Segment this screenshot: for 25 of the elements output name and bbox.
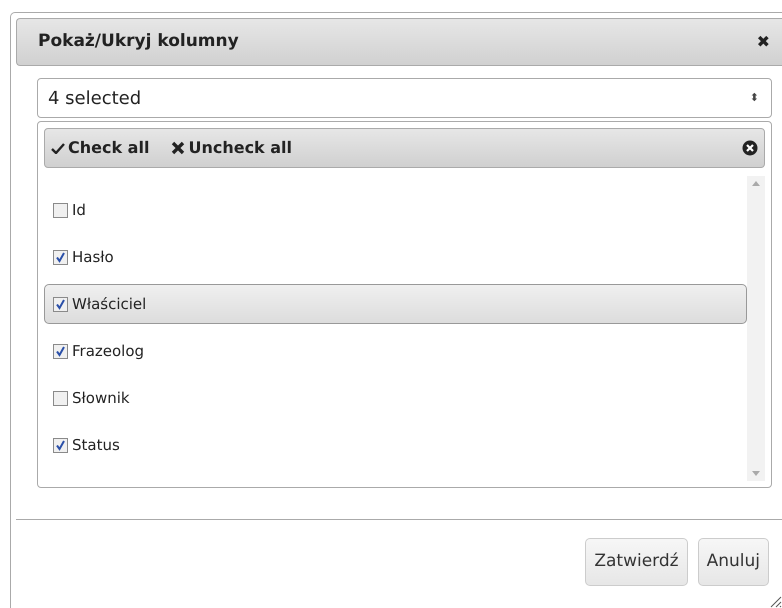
dialog-title: Pokaż/Ukryj kolumny: [38, 30, 239, 54]
column-select[interactable]: 4 selected ⬍: [37, 78, 772, 118]
select-value: 4 selected: [48, 86, 142, 110]
cancel-button[interactable]: Anuluj: [698, 538, 769, 586]
column-option[interactable]: Właściciel: [44, 284, 747, 324]
column-option[interactable]: Słownik: [44, 378, 747, 418]
column-option[interactable]: Frazeolog: [44, 331, 747, 371]
close-icon[interactable]: [742, 140, 758, 156]
column-option[interactable]: Hasło: [44, 237, 747, 277]
check-icon: [51, 142, 65, 154]
select-arrow: ⬍: [750, 90, 759, 106]
checkbox[interactable]: [53, 296, 68, 312]
check-all-link[interactable]: Check all: [51, 136, 150, 160]
checkbox[interactable]: [53, 250, 68, 264]
column-option[interactable]: Status: [44, 425, 747, 465]
resize-grip-icon[interactable]: [768, 594, 782, 608]
cross-icon: [171, 141, 186, 155]
uncheck-all-link[interactable]: Uncheck all: [171, 136, 292, 160]
confirm-button[interactable]: Zatwierdź: [585, 538, 688, 586]
checkbox[interactable]: [53, 344, 68, 358]
checkbox[interactable]: [53, 390, 68, 406]
column-option[interactable]: Id: [44, 190, 747, 230]
close-button[interactable]: ✖: [756, 30, 770, 54]
checkbox[interactable]: [53, 438, 68, 452]
checkbox[interactable]: [53, 202, 68, 218]
